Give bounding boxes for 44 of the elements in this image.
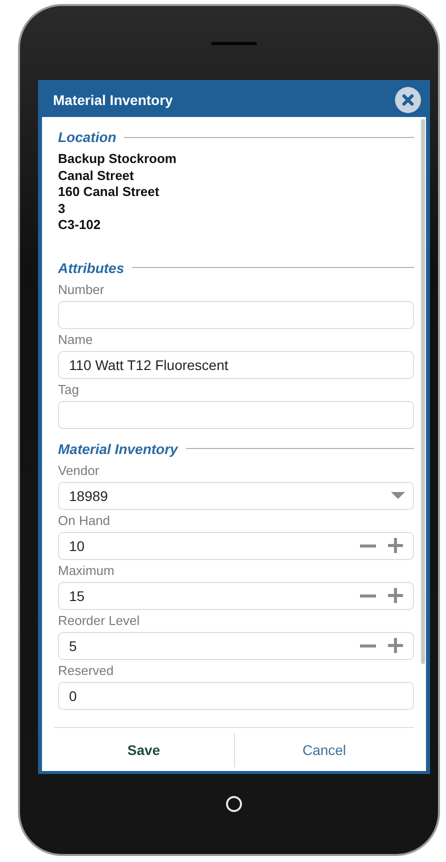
location-line: C3-102 — [58, 217, 102, 234]
location-line: Backup Stockroom — [58, 151, 178, 168]
field-label: On Hand — [58, 512, 112, 528]
plus-icon — [388, 638, 403, 653]
dropdown-field[interactable]: 18989 — [58, 482, 414, 510]
section-title: Location — [58, 129, 116, 145]
minus-icon — [360, 544, 376, 548]
location-line: Canal Street — [58, 168, 135, 184]
minus-icon — [360, 644, 376, 648]
save-button[interactable]: Save — [54, 732, 234, 766]
section-title: Material Inventory — [58, 440, 178, 456]
decrement-button[interactable] — [358, 642, 378, 650]
field-label: Maximum — [58, 562, 116, 578]
field-label: Vendor — [58, 462, 100, 478]
minus-icon — [360, 594, 376, 598]
decrement-button[interactable] — [358, 542, 378, 550]
location-line: 3 — [58, 200, 66, 217]
home-button[interactable] — [226, 796, 242, 812]
caret-icon — [391, 492, 405, 499]
increment-button[interactable] — [386, 636, 405, 655]
speaker-grille — [211, 42, 257, 44]
input-field[interactable]: 0 — [58, 682, 414, 710]
close-button[interactable] — [395, 87, 421, 113]
dialog-title: Material Inventory — [53, 92, 173, 108]
field-label: Reserved — [58, 662, 115, 678]
plus-icon — [388, 588, 403, 603]
decrement-button[interactable] — [358, 592, 378, 600]
number-field[interactable]: 5 — [58, 632, 414, 660]
number-field[interactable]: 15 — [58, 582, 414, 610]
input-field[interactable] — [58, 400, 414, 428]
plus-icon — [388, 538, 403, 553]
field-label: Tag — [58, 382, 80, 398]
section-title: Attributes — [58, 260, 124, 276]
cancel-button[interactable]: Cancel — [234, 732, 414, 766]
close-icon — [402, 94, 414, 106]
input-field[interactable]: 110 Watt T12 Fluorescent — [58, 350, 414, 378]
increment-button[interactable] — [386, 586, 405, 605]
location-line: 160 Canal Street — [58, 184, 160, 200]
number-field[interactable]: 10 — [58, 532, 414, 560]
field-label: Name — [58, 332, 94, 348]
field-label: Reorder Level — [58, 612, 141, 628]
field-label: Number — [58, 282, 106, 298]
input-field[interactable] — [58, 300, 414, 328]
increment-button[interactable] — [386, 536, 405, 555]
